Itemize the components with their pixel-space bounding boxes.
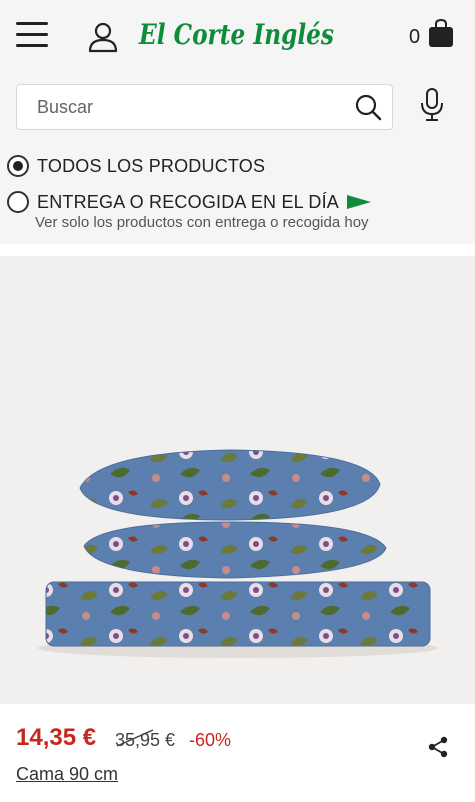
menu-icon[interactable]	[16, 22, 54, 54]
flag-icon	[347, 195, 372, 209]
filter-same-day[interactable]: ENTREGA O RECOGIDA EN EL DÍA	[7, 191, 372, 213]
discount-badge: -60%	[189, 730, 232, 750]
svg-text:El Corte Inglés: El Corte Inglés	[138, 18, 334, 51]
bag-icon[interactable]	[428, 18, 454, 48]
el-corte-ingles-logo[interactable]: El Corte Inglés	[137, 10, 337, 60]
strikethrough	[116, 729, 154, 747]
filter-all-products-label: TODOS LOS PRODUCTOS	[37, 155, 266, 176]
price-row: 14,35 € 35,95 € -60%	[0, 712, 475, 762]
user-icon[interactable]	[86, 20, 120, 54]
radio-same-day[interactable]	[7, 191, 29, 213]
search-box	[16, 84, 393, 130]
top-bar: El Corte Inglés 0	[0, 0, 475, 74]
mic-icon[interactable]	[418, 87, 446, 123]
radio-all-products[interactable]	[7, 155, 29, 177]
size-link[interactable]: Cama 90 cm	[16, 764, 118, 785]
product-image[interactable]	[0, 256, 475, 704]
search-icon[interactable]	[354, 93, 382, 121]
search-input[interactable]	[17, 85, 347, 129]
share-icon[interactable]	[427, 736, 449, 758]
filter-same-day-label: ENTREGA O RECOGIDA EN EL DÍA	[37, 191, 340, 212]
bedding-illustration	[38, 449, 438, 658]
cart-count: 0	[409, 26, 421, 48]
current-price: 14,35 €	[16, 724, 97, 751]
original-price: 35,95 €	[115, 729, 175, 751]
filter-same-day-subtitle: Ver solo los productos con entrega o rec…	[35, 214, 369, 231]
filter-all-products[interactable]: TODOS LOS PRODUCTOS	[7, 155, 265, 177]
search-row	[0, 74, 475, 138]
delivery-filters: TODOS LOS PRODUCTOS ENTREGA O RECOGIDA E…	[0, 138, 475, 244]
